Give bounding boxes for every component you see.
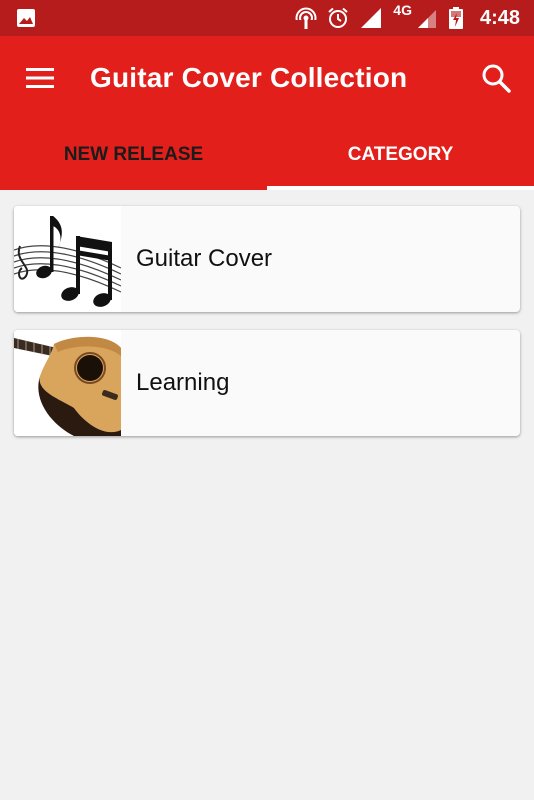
- category-list: Guitar Cover Learning: [14, 206, 520, 454]
- category-label: Guitar Cover: [136, 245, 273, 272]
- signal-icon-secondary: [417, 10, 436, 28]
- hamburger-menu-icon[interactable]: [18, 62, 62, 94]
- status-bar: 4G 4:48: [0, 0, 534, 36]
- search-icon[interactable]: [476, 58, 516, 98]
- alarm-icon: [328, 7, 348, 28]
- status-time: 4:48: [479, 6, 520, 29]
- tab-new-release[interactable]: NEW RELEASE: [0, 120, 267, 190]
- music-notes-image: [14, 206, 121, 312]
- tab-category[interactable]: CATEGORY: [267, 120, 534, 190]
- signal-icon: [361, 8, 382, 28]
- app-title: Guitar Cover Collection: [90, 62, 408, 93]
- network-type-label: 4G: [393, 2, 412, 18]
- category-card-learning[interactable]: Learning: [14, 330, 520, 436]
- category-label: Learning: [136, 369, 230, 396]
- hotspot-icon: [295, 7, 318, 29]
- acoustic-guitar-image: [14, 330, 121, 436]
- image-notification-icon: [17, 9, 35, 27]
- category-card-guitar-cover[interactable]: Guitar Cover: [14, 206, 520, 312]
- tab-category-label: CATEGORY: [347, 144, 454, 165]
- tab-bar: NEW RELEASE CATEGORY: [0, 120, 534, 190]
- app-bar: Guitar Cover Collection: [0, 36, 534, 120]
- battery-charging-icon: [448, 7, 463, 29]
- tab-new-release-label: NEW RELEASE: [63, 144, 204, 165]
